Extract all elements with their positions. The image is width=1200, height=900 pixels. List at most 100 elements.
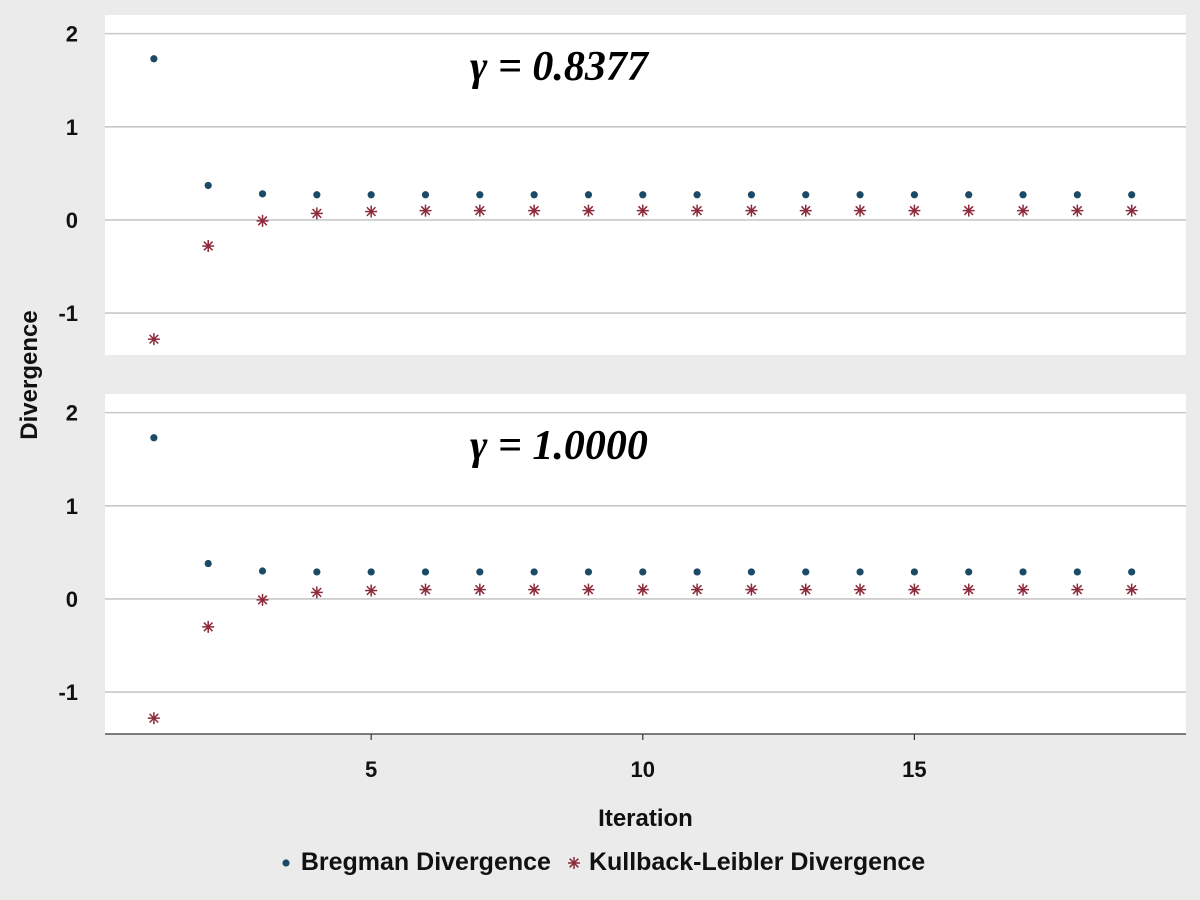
data-point-kl <box>147 333 160 346</box>
legend-label: Bregman Divergence <box>300 848 551 876</box>
data-point-bregman <box>802 568 810 576</box>
panel-label: γ = 0.8377 <box>470 44 650 90</box>
data-point-kl <box>908 583 921 596</box>
data-point-kl <box>202 620 215 633</box>
data-point-bregman <box>1073 568 1081 576</box>
data-point-kl <box>310 207 323 220</box>
legend-item-kl: Kullback-Leibler Divergence <box>563 848 925 877</box>
y-axis-title: Divergence <box>16 310 43 439</box>
data-point-bregman <box>204 181 212 190</box>
data-point-kl <box>854 204 867 217</box>
panel-1: -1 0 1 2 γ = 0.8377 <box>58 15 1186 355</box>
data-point-kl <box>528 204 541 217</box>
data-point-kl <box>528 583 541 596</box>
data-point-bregman <box>476 191 484 199</box>
y-tick-label: 2 <box>66 401 78 426</box>
data-point-kl <box>582 204 595 217</box>
data-point-bregman <box>802 191 810 199</box>
data-point-bregman <box>747 568 756 576</box>
data-point-kl <box>1071 583 1084 596</box>
data-point-kl <box>202 240 215 253</box>
data-point-bregman <box>1128 191 1136 199</box>
data-point-kl <box>1125 583 1138 596</box>
data-point-kl <box>691 583 704 596</box>
data-point-bregman <box>421 191 430 199</box>
data-point-bregman <box>693 191 701 199</box>
figure: -1 0 1 2 γ = 0.8377 -1 0 1 2 γ = 1.0000 5 10 15 Itera… <box>0 0 1200 900</box>
legend-key-kl <box>567 856 580 869</box>
data-point-bregman <box>856 568 864 576</box>
legend: Bregman Divergence Kullback-Leibler Diver… <box>0 848 1200 877</box>
y-tick-label: 1 <box>66 494 78 519</box>
x-tick-label: 15 <box>902 757 926 782</box>
x-tick-label: 10 <box>631 757 655 782</box>
data-point-bregman <box>150 55 158 63</box>
y-tick-label: 2 <box>66 22 78 47</box>
data-point-bregman <box>367 568 375 576</box>
data-point-kl <box>310 586 323 599</box>
data-point-kl <box>745 204 758 217</box>
data-point-kl <box>799 204 812 217</box>
data-point-bregman <box>313 568 321 576</box>
data-point-bregman <box>584 191 593 199</box>
y-tick-label: 0 <box>66 587 78 612</box>
data-point-kl <box>799 583 812 596</box>
data-point-bregman <box>1019 191 1027 199</box>
data-point-kl <box>1125 204 1138 217</box>
data-point-bregman <box>965 191 973 199</box>
legend-label: Kullback-Leibler Divergence <box>588 848 926 876</box>
panel-2: -1 0 1 2 γ = 1.0000 <box>58 394 1186 734</box>
data-point-kl <box>962 204 975 217</box>
data-point-kl <box>1071 204 1084 217</box>
data-point-kl <box>1017 204 1030 217</box>
data-point-bregman <box>476 568 484 576</box>
data-point-kl <box>256 593 269 606</box>
data-point-bregman <box>258 567 267 575</box>
data-point-bregman <box>910 568 918 576</box>
legend-marker-kl <box>567 856 580 869</box>
data-point-kl <box>419 204 432 217</box>
data-point-bregman <box>856 191 864 199</box>
x-tick-label: 5 <box>365 757 377 782</box>
data-point-kl <box>962 583 975 596</box>
data-point-kl <box>1017 583 1030 596</box>
data-point-bregman <box>204 559 212 568</box>
y-tick-label: 0 <box>66 208 78 233</box>
data-point-kl <box>636 583 649 596</box>
data-point-kl <box>147 712 160 725</box>
data-point-kl <box>908 204 921 217</box>
data-point-bregman <box>639 568 647 576</box>
data-point-kl <box>691 204 704 217</box>
data-point-bregman <box>367 191 375 199</box>
data-point-bregman <box>258 190 267 198</box>
data-point-kl <box>256 214 269 227</box>
data-point-bregman <box>965 568 973 576</box>
legend-key-bregman <box>282 858 290 867</box>
data-point-kl <box>365 584 378 597</box>
legend-marker-bregman <box>282 858 290 867</box>
y-tick-label: -1 <box>58 680 78 705</box>
data-point-kl <box>582 583 595 596</box>
data-point-bregman <box>639 191 647 199</box>
data-point-bregman <box>313 191 321 199</box>
y-tick-label: -1 <box>58 301 78 326</box>
data-point-bregman <box>1073 191 1081 199</box>
data-point-bregman <box>150 434 158 442</box>
data-point-bregman <box>747 191 756 199</box>
data-point-bregman <box>910 191 918 199</box>
y-tick-label: 1 <box>66 115 78 140</box>
data-point-kl <box>636 204 649 217</box>
data-point-bregman <box>530 568 538 576</box>
data-point-bregman <box>1019 568 1027 576</box>
x-axis-title: Iteration <box>598 805 693 832</box>
chart-svg: -1 0 1 2 γ = 0.8377 -1 0 1 2 γ = 1.0000 5 10 15 Itera… <box>16 15 1186 832</box>
legend-item-bregman: Bregman Divergence <box>275 848 551 877</box>
data-point-kl <box>419 583 432 596</box>
data-point-kl <box>365 205 378 218</box>
data-point-kl <box>473 583 486 596</box>
data-point-bregman <box>421 568 430 576</box>
data-point-bregman <box>693 568 701 576</box>
data-point-bregman <box>530 191 538 199</box>
data-point-bregman <box>584 568 593 576</box>
data-point-kl <box>745 583 758 596</box>
